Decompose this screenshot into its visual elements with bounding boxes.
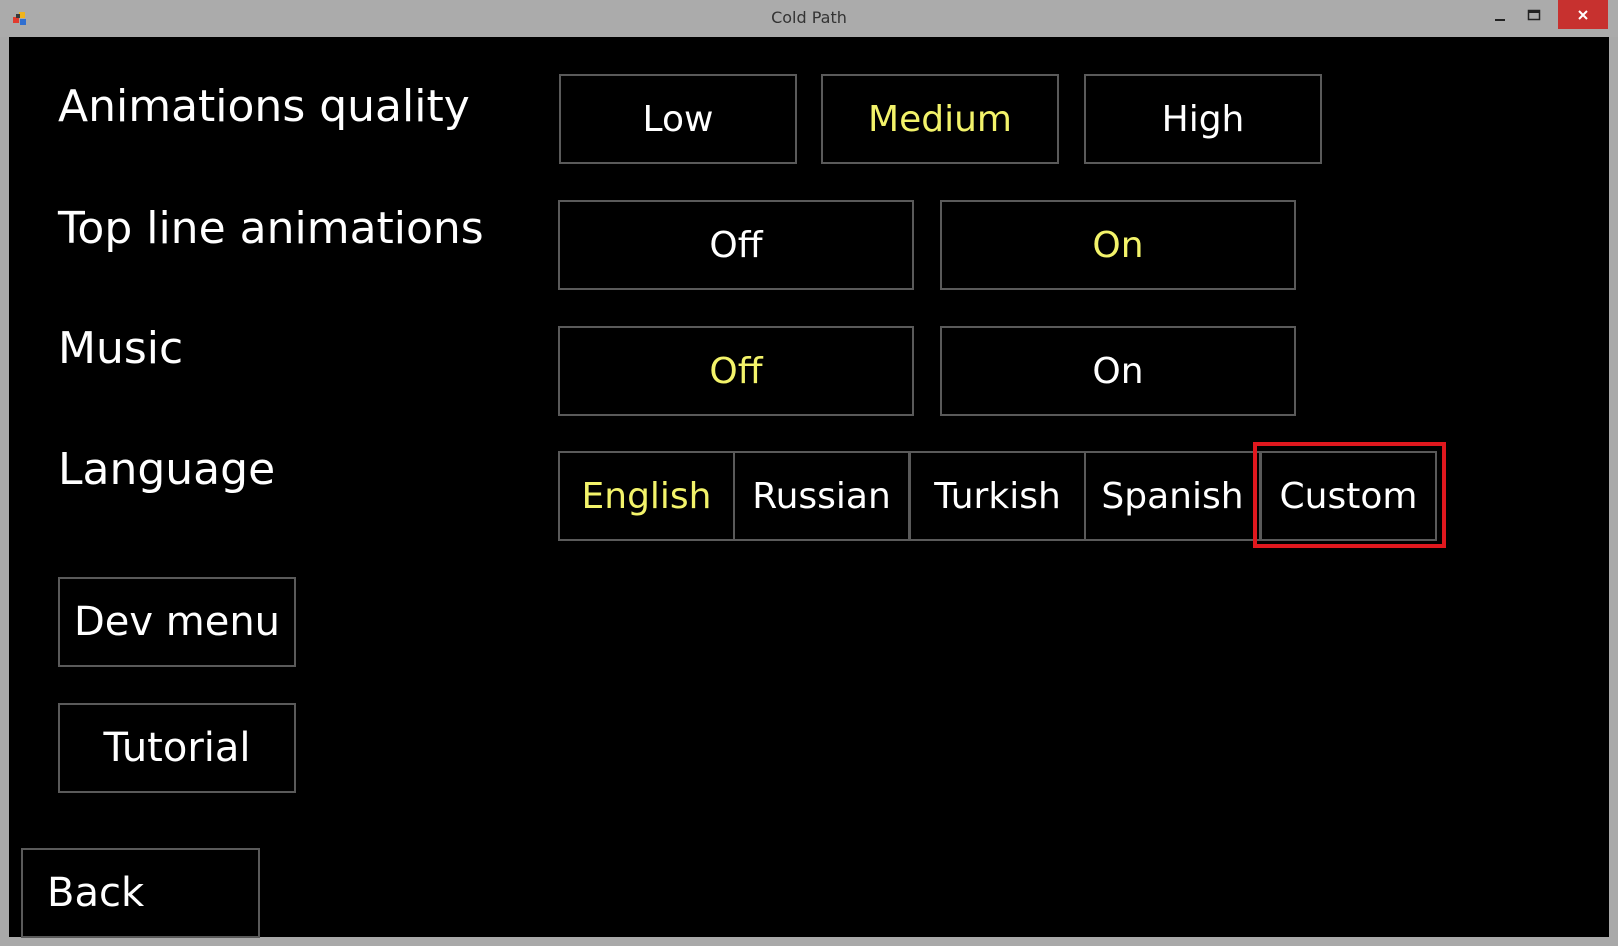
top-line-animations-off-button[interactable]: Off bbox=[558, 200, 914, 290]
close-button[interactable] bbox=[1558, 0, 1608, 29]
top-line-animations-label: Top line animations bbox=[58, 203, 484, 254]
title-bar[interactable]: Cold Path bbox=[0, 0, 1618, 37]
language-spanish-button[interactable]: Spanish bbox=[1084, 451, 1261, 541]
animations-quality-low-button[interactable]: Low bbox=[559, 74, 797, 164]
minimize-button[interactable] bbox=[1482, 0, 1518, 30]
language-turkish-button[interactable]: Turkish bbox=[909, 451, 1086, 541]
music-on-button[interactable]: On bbox=[940, 326, 1296, 416]
animations-quality-medium-button[interactable]: Medium bbox=[821, 74, 1059, 164]
language-english-button[interactable]: English bbox=[558, 451, 735, 541]
dev-menu-button[interactable]: Dev menu bbox=[58, 577, 296, 667]
settings-panel: Animations quality Top line animations M… bbox=[9, 37, 1609, 938]
back-button[interactable]: Back bbox=[21, 848, 260, 938]
animations-quality-high-button[interactable]: High bbox=[1084, 74, 1322, 164]
language-label: Language bbox=[58, 444, 276, 495]
maximize-icon bbox=[1527, 9, 1541, 21]
music-label: Music bbox=[58, 323, 184, 374]
animations-quality-label: Animations quality bbox=[58, 81, 470, 132]
language-russian-button[interactable]: Russian bbox=[733, 451, 910, 541]
top-line-animations-on-button[interactable]: On bbox=[940, 200, 1296, 290]
close-icon bbox=[1578, 9, 1588, 20]
language-custom-button[interactable]: Custom bbox=[1260, 451, 1437, 541]
maximize-button[interactable] bbox=[1516, 0, 1552, 30]
music-off-button[interactable]: Off bbox=[558, 326, 914, 416]
tutorial-button[interactable]: Tutorial bbox=[58, 703, 296, 793]
minimize-icon bbox=[1495, 19, 1505, 21]
app-window: Cold Path Animations quality Top line an… bbox=[0, 0, 1618, 946]
window-title: Cold Path bbox=[771, 8, 847, 27]
